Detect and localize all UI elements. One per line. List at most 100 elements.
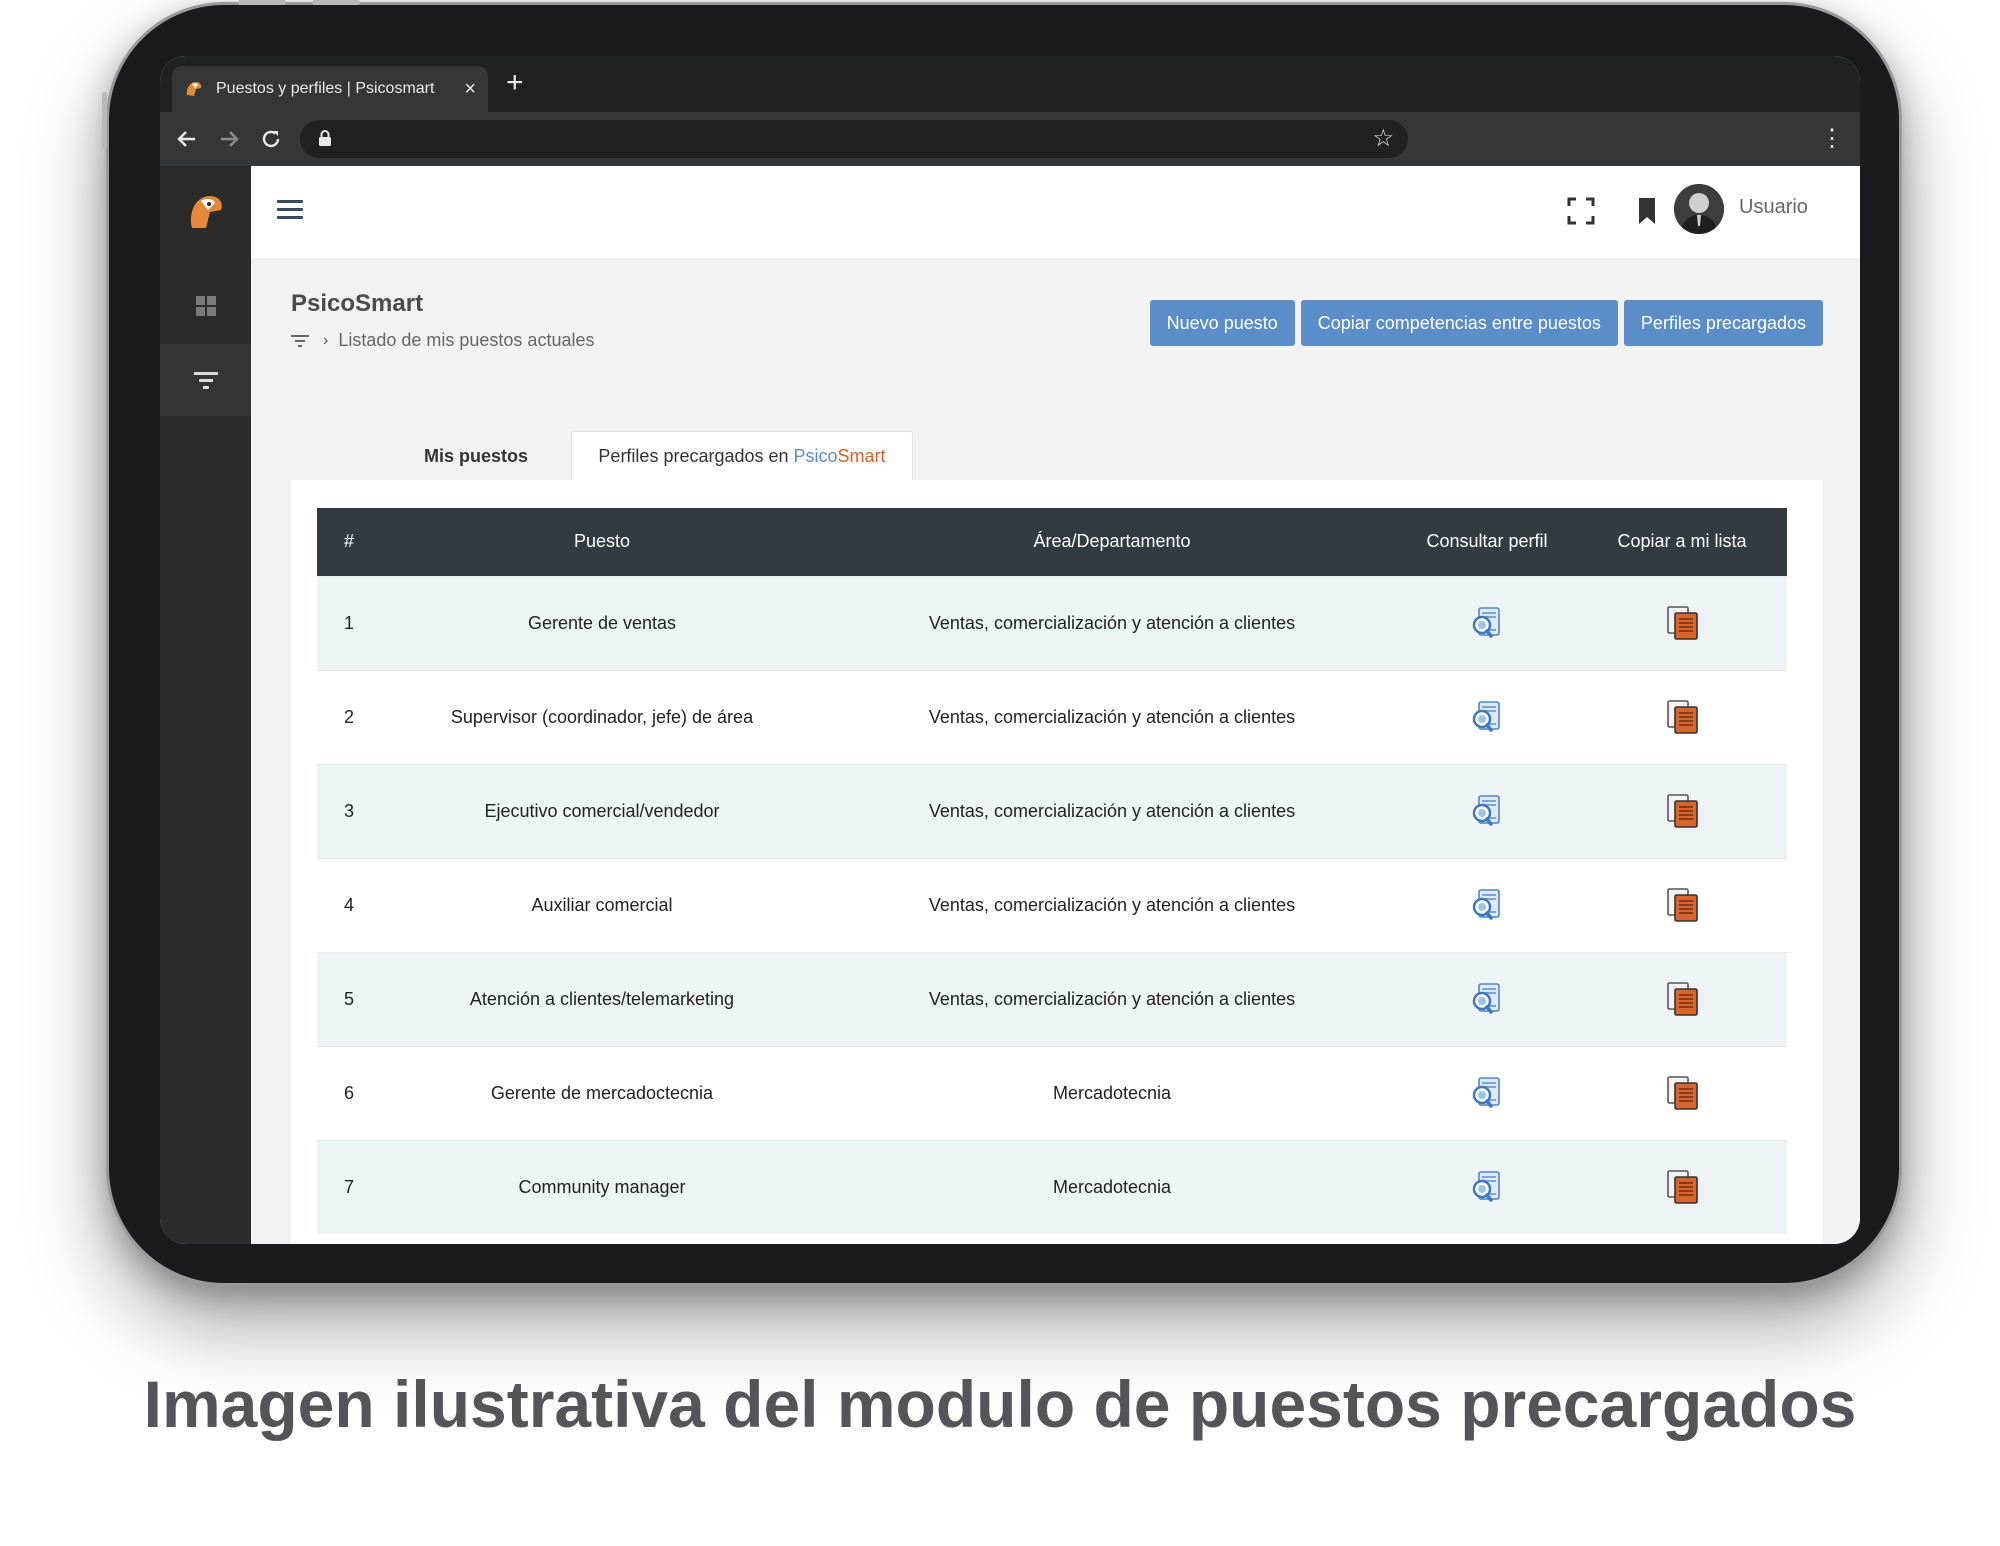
psicosmart-favicon-icon	[186, 82, 202, 96]
copy-to-list-cell	[1577, 1139, 1787, 1234]
copy-documents-icon[interactable]	[1664, 887, 1700, 923]
document-search-icon[interactable]	[1469, 699, 1505, 735]
copy-to-list-cell	[1577, 669, 1787, 764]
filter-list-icon	[193, 372, 218, 389]
document-search-icon[interactable]	[1469, 605, 1505, 641]
breadcrumb: › Listado de mis puestos actuales	[291, 330, 594, 351]
psicosmart-logo-icon[interactable]	[186, 190, 226, 232]
device-button-top-2	[312, 0, 360, 5]
browser-tab-bar: Puestos y perfiles | Psicosmart × +	[160, 56, 1860, 112]
browser-menu-icon[interactable]: ⋮	[1820, 124, 1844, 153]
copy-documents-icon[interactable]	[1664, 981, 1700, 1017]
document-search-icon[interactable]	[1469, 1075, 1505, 1111]
copy-documents-icon[interactable]	[1664, 1169, 1700, 1205]
browser-tab-title: Puestos y perfiles | Psicosmart	[216, 80, 435, 97]
device-button-side	[102, 92, 107, 148]
new-position-button[interactable]: Nuevo puesto	[1149, 300, 1295, 346]
tab-my-positions[interactable]: Mis puestos	[401, 431, 551, 481]
device-button-top-1	[238, 0, 286, 5]
sidebar-item-dashboard[interactable]	[160, 270, 251, 342]
reload-icon[interactable]	[256, 124, 286, 154]
back-arrow-icon[interactable]	[172, 124, 202, 154]
row-area: Ventas, comercialización y atención a cl…	[827, 575, 1397, 670]
row-number: 1	[317, 575, 377, 670]
browser-tab[interactable]: Puestos y perfiles | Psicosmart ×	[172, 66, 488, 112]
new-tab-icon[interactable]: +	[506, 68, 524, 98]
row-position: Auxiliar comercial	[377, 857, 827, 952]
close-tab-icon[interactable]: ×	[464, 78, 476, 101]
copy-to-list-cell	[1577, 951, 1787, 1046]
app-sidebar	[160, 166, 251, 1244]
row-position: Supervisor (coordinador, jefe) de área	[377, 669, 827, 764]
row-area: Mercadotecnia	[827, 1139, 1397, 1234]
filter-list-icon	[291, 334, 309, 347]
row-area: Ventas, comercialización y atención a cl…	[827, 763, 1397, 858]
copy-competencies-button[interactable]: Copiar competencias entre puestos	[1300, 300, 1618, 346]
document-search-icon[interactable]	[1469, 1169, 1505, 1205]
row-number: 4	[317, 857, 377, 952]
copy-documents-icon[interactable]	[1664, 793, 1700, 829]
col-header-view-profile: Consultar perfil	[1426, 531, 1548, 552]
table-row: 6 Gerente de mercadoctecnia Mercadotecni…	[317, 1045, 1787, 1140]
row-number: 2	[317, 669, 377, 764]
bookmark-star-icon[interactable]: ☆	[1372, 124, 1394, 153]
row-position: Ejecutivo comercial/vendedor	[377, 763, 827, 858]
row-number: 3	[317, 763, 377, 858]
document-search-icon[interactable]	[1469, 887, 1505, 923]
col-header-position: Puesto	[573, 531, 631, 552]
page-title: PsicoSmart	[291, 290, 424, 317]
row-number: 5	[317, 951, 377, 1046]
brand-smart: Smart	[837, 446, 886, 466]
brand-psico: Psico	[793, 446, 838, 466]
copy-to-list-cell	[1577, 763, 1787, 858]
copy-documents-icon[interactable]	[1664, 699, 1700, 735]
copy-to-list-cell	[1577, 575, 1787, 670]
user-name[interactable]: Usuario	[1739, 196, 1808, 219]
breadcrumb-current[interactable]: Listado de mis puestos actuales	[338, 330, 594, 351]
tab-my-positions-label: Mis puestos	[423, 445, 529, 466]
caption: Imagen ilustrativa del modulo de puestos…	[143, 1367, 1857, 1441]
table-row: 2 Supervisor (coordinador, jefe) de área…	[317, 669, 1787, 764]
row-area: Ventas, comercialización y atención a cl…	[827, 857, 1397, 952]
hamburger-menu-icon[interactable]	[277, 200, 303, 220]
view-profile-cell	[1397, 1139, 1577, 1234]
table-row: 3 Ejecutivo comercial/vendedor Ventas, c…	[317, 763, 1787, 858]
app-header: Usuario	[251, 166, 1860, 258]
table-row: 5 Atención a clientes/telemarketing Vent…	[317, 951, 1787, 1046]
row-number: 7	[317, 1139, 377, 1234]
main-content: PsicoSmart › Listado de mis puestos actu…	[251, 258, 1860, 1244]
action-buttons: Nuevo puesto Copiar competencias entre p…	[1149, 300, 1823, 346]
copy-documents-icon[interactable]	[1664, 605, 1700, 641]
bookmark-icon[interactable]	[1630, 194, 1664, 228]
document-search-icon[interactable]	[1469, 793, 1505, 829]
row-position: Gerente de ventas	[377, 575, 827, 670]
col-header-number: #	[344, 531, 355, 552]
screen: Puestos y perfiles | Psicosmart × + ☆ ⋮ …	[160, 56, 1860, 1244]
lock-icon	[319, 130, 331, 146]
tab-preloaded-label: Perfiles precargados en	[598, 446, 789, 466]
avatar[interactable]	[1674, 184, 1724, 234]
row-position: Gerente de mercadoctecnia	[377, 1045, 827, 1140]
row-position: Atención a clientes/telemarketing	[377, 951, 827, 1046]
forward-arrow-icon[interactable]	[214, 124, 244, 154]
copy-to-list-cell	[1577, 1045, 1787, 1140]
row-area: Mercadotecnia	[827, 1045, 1397, 1140]
sidebar-item-filter[interactable]	[160, 344, 251, 416]
row-position: Community manager	[377, 1139, 827, 1234]
col-header-copy: Copiar a mi lista	[1617, 531, 1747, 552]
fullscreen-icon[interactable]	[1564, 194, 1598, 228]
copy-to-list-cell	[1577, 857, 1787, 952]
table-row: 7 Community manager Mercadotecnia	[317, 1139, 1787, 1234]
document-search-icon[interactable]	[1469, 981, 1505, 1017]
profiles-table: # Puesto Área/Departamento Consultar per…	[317, 508, 1787, 1234]
table-header-row: # Puesto Área/Departamento Consultar per…	[317, 508, 1787, 576]
preloaded-profiles-button[interactable]: Perfiles precargados	[1623, 300, 1823, 346]
view-profile-cell	[1397, 575, 1577, 670]
row-area: Ventas, comercialización y atención a cl…	[827, 951, 1397, 1046]
address-bar[interactable]: ☆	[300, 120, 1408, 158]
view-profile-cell	[1397, 951, 1577, 1046]
stage: Puestos y perfiles | Psicosmart × + ☆ ⋮ …	[0, 0, 2000, 1546]
copy-documents-icon[interactable]	[1664, 1075, 1700, 1111]
col-header-area: Área/Departamento	[1033, 531, 1191, 552]
tab-preloaded-profiles[interactable]: Perfiles precargados en Psico Smart	[571, 431, 913, 481]
